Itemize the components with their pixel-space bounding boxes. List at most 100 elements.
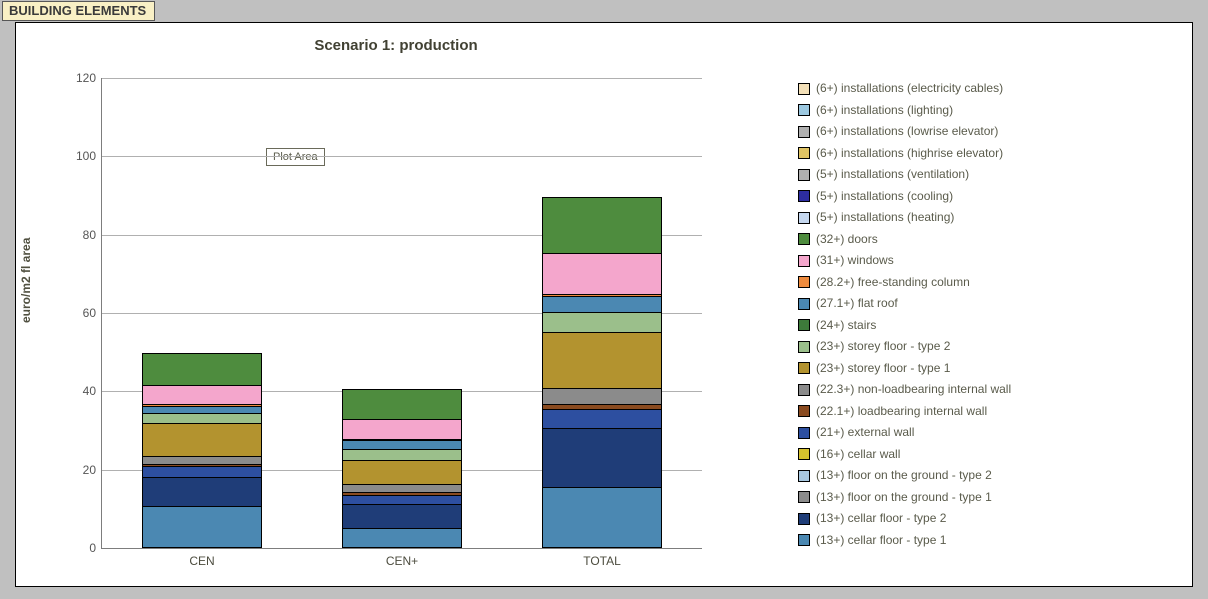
- bar-segment[interactable]: [543, 332, 661, 388]
- x-category-label: CEN: [189, 554, 214, 568]
- legend-item[interactable]: (6+) installations (highrise elevator): [798, 143, 1178, 165]
- legend-label: (22.3+) non-loadbearing internal wall: [816, 379, 1011, 401]
- bar-segment[interactable]: [543, 198, 661, 253]
- legend-swatch: [798, 276, 810, 288]
- bar-segment[interactable]: [343, 528, 461, 547]
- y-tick-label: 0: [89, 541, 96, 555]
- legend-label: (6+) installations (highrise elevator): [816, 143, 1003, 165]
- y-tick-label: 60: [83, 306, 96, 320]
- legend-swatch: [798, 126, 810, 138]
- legend-label: (13+) cellar floor - type 2: [816, 508, 946, 530]
- legend-label: (5+) installations (cooling): [816, 186, 953, 208]
- legend-label: (23+) storey floor - type 2: [816, 336, 950, 358]
- y-axis-label: euro/m2 fl area: [19, 238, 33, 323]
- chart-container: Scenario 1: production euro/m2 fl area P…: [15, 22, 1193, 587]
- legend-label: (5+) installations (heating): [816, 207, 954, 229]
- y-tick-label: 100: [76, 149, 96, 163]
- legend-swatch: [798, 448, 810, 460]
- tab-label: BUILDING ELEMENTS: [9, 3, 146, 18]
- y-tick-label: 120: [76, 71, 96, 85]
- bar-segment[interactable]: [343, 504, 461, 527]
- bar-segment[interactable]: [543, 312, 661, 331]
- legend-item[interactable]: (23+) storey floor - type 2: [798, 336, 1178, 358]
- gridline: [102, 78, 702, 79]
- bar-segment[interactable]: [143, 354, 261, 385]
- legend-label: (24+) stairs: [816, 315, 876, 337]
- legend-label: (13+) cellar floor - type 1: [816, 530, 946, 552]
- x-category-label: CEN+: [386, 554, 418, 568]
- legend-label: (6+) installations (lowrise elevator): [816, 121, 998, 143]
- legend-swatch: [798, 491, 810, 503]
- page-root: BUILDING ELEMENTS Scenario 1: production…: [0, 0, 1208, 599]
- bar-segment[interactable]: [543, 253, 661, 294]
- bar-segment[interactable]: [543, 388, 661, 404]
- legend-swatch: [798, 104, 810, 116]
- legend-item[interactable]: (22.3+) non-loadbearing internal wall: [798, 379, 1178, 401]
- legend-item[interactable]: (31+) windows: [798, 250, 1178, 272]
- legend-label: (21+) external wall: [816, 422, 914, 444]
- legend-item[interactable]: (13+) floor on the ground - type 2: [798, 465, 1178, 487]
- bar-segment[interactable]: [143, 506, 261, 547]
- legend-label: (22.1+) loadbearing internal wall: [816, 401, 987, 423]
- legend-item[interactable]: (13+) floor on the ground - type 1: [798, 487, 1178, 509]
- chart-title: Scenario 1: production: [16, 37, 776, 54]
- plot-area[interactable]: 020406080100120CENCEN+TOTAL: [101, 78, 702, 549]
- legend-item[interactable]: (21+) external wall: [798, 422, 1178, 444]
- bar-segment[interactable]: [543, 487, 661, 547]
- bar-segment[interactable]: [543, 428, 661, 486]
- legend-item[interactable]: (22.1+) loadbearing internal wall: [798, 401, 1178, 423]
- stacked-bar[interactable]: [342, 389, 462, 548]
- legend-label: (16+) cellar wall: [816, 444, 900, 466]
- legend-item[interactable]: (27.1+) flat roof: [798, 293, 1178, 315]
- legend-item[interactable]: (5+) installations (ventilation): [798, 164, 1178, 186]
- bar-segment[interactable]: [343, 460, 461, 484]
- legend-item[interactable]: (16+) cellar wall: [798, 444, 1178, 466]
- bar-segment[interactable]: [143, 385, 261, 404]
- stacked-bar[interactable]: [542, 197, 662, 548]
- bar-segment[interactable]: [143, 406, 261, 414]
- legend-item[interactable]: (6+) installations (electricity cables): [798, 78, 1178, 100]
- legend-item[interactable]: (32+) doors: [798, 229, 1178, 251]
- legend-label: (32+) doors: [816, 229, 878, 251]
- legend-swatch: [798, 470, 810, 482]
- legend-swatch: [798, 534, 810, 546]
- legend-item[interactable]: (23+) storey floor - type 1: [798, 358, 1178, 380]
- bar-segment[interactable]: [143, 413, 261, 423]
- legend-item[interactable]: (13+) cellar floor - type 1: [798, 530, 1178, 552]
- bar-segment[interactable]: [343, 440, 461, 449]
- legend-label: (27.1+) flat roof: [816, 293, 898, 315]
- tab-building-elements[interactable]: BUILDING ELEMENTS: [2, 1, 155, 21]
- legend-item[interactable]: (28.2+) free-standing column: [798, 272, 1178, 294]
- legend-item[interactable]: (5+) installations (heating): [798, 207, 1178, 229]
- bar-segment[interactable]: [543, 296, 661, 312]
- legend-swatch: [798, 169, 810, 181]
- y-tick-label: 20: [83, 463, 96, 477]
- legend-swatch: [798, 513, 810, 525]
- legend-swatch: [798, 384, 810, 396]
- y-tick-label: 40: [83, 384, 96, 398]
- legend-label: (31+) windows: [816, 250, 894, 272]
- bar-segment[interactable]: [343, 419, 461, 438]
- legend-item[interactable]: (6+) installations (lowrise elevator): [798, 121, 1178, 143]
- bar-segment[interactable]: [343, 390, 461, 419]
- bar-segment[interactable]: [143, 477, 261, 506]
- legend-swatch: [798, 190, 810, 202]
- bar-segment[interactable]: [343, 449, 461, 460]
- legend-item[interactable]: (24+) stairs: [798, 315, 1178, 337]
- bar-segment[interactable]: [343, 484, 461, 492]
- legend-item[interactable]: (5+) installations (cooling): [798, 186, 1178, 208]
- legend-item[interactable]: (13+) cellar floor - type 2: [798, 508, 1178, 530]
- legend-label: (6+) installations (lighting): [816, 100, 953, 122]
- bar-segment[interactable]: [343, 495, 461, 505]
- y-tick-label: 80: [83, 228, 96, 242]
- bar-segment[interactable]: [143, 466, 261, 478]
- bar-segment[interactable]: [143, 456, 261, 464]
- legend-label: (23+) storey floor - type 1: [816, 358, 950, 380]
- legend-swatch: [798, 362, 810, 374]
- legend-item[interactable]: (6+) installations (lighting): [798, 100, 1178, 122]
- legend: (6+) installations (electricity cables)(…: [798, 78, 1178, 551]
- bar-segment[interactable]: [543, 409, 661, 428]
- bar-segment[interactable]: [143, 423, 261, 456]
- legend-label: (28.2+) free-standing column: [816, 272, 970, 294]
- stacked-bar[interactable]: [142, 353, 262, 548]
